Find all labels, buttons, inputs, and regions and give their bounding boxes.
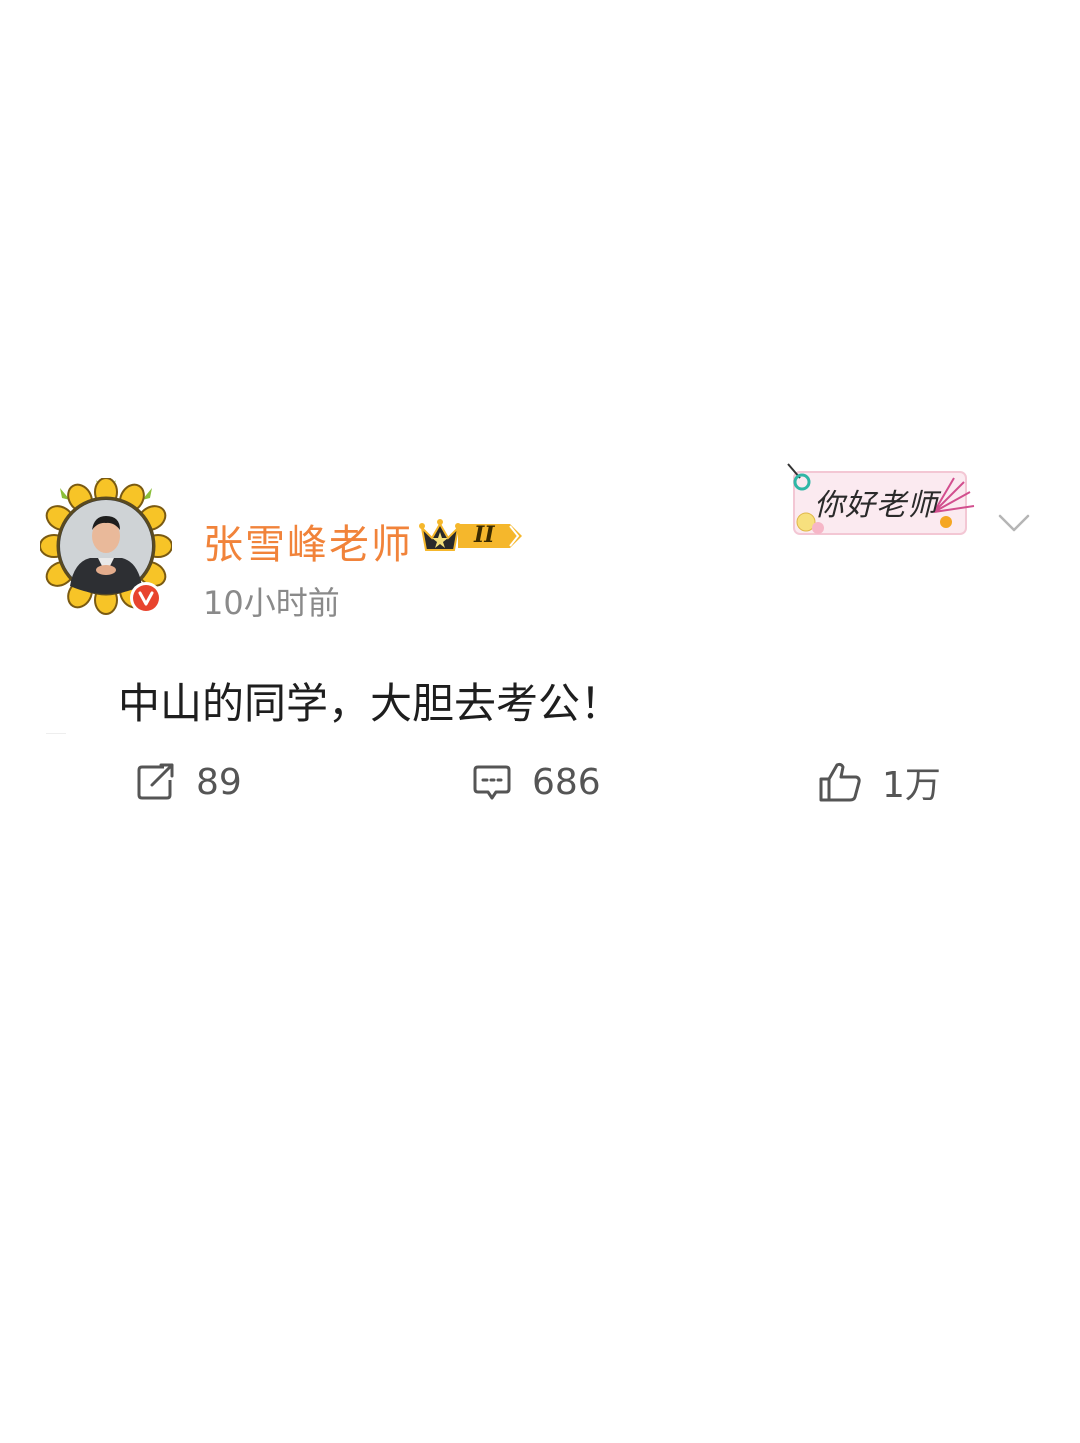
member-badge-level: II xyxy=(474,522,495,548)
post-timestamp: 10小时前 xyxy=(203,584,340,622)
repost-icon xyxy=(137,763,174,800)
chevron-down-icon xyxy=(998,514,1030,532)
crown-icon xyxy=(419,519,522,551)
comment-button[interactable]: 686 xyxy=(472,758,601,806)
post-content: 中山的同学，大胆去考公！ xyxy=(118,679,623,728)
repost-button[interactable]: 89 xyxy=(136,758,242,806)
weibo-post-card: 张雪峰老师 II 10小时前 你好老师 中山的同学，大胆去考公！ 89 686 … xyxy=(0,0,1080,1443)
divider xyxy=(46,733,66,734)
author-name[interactable]: 张雪峰老师 xyxy=(203,512,413,570)
avatar[interactable] xyxy=(40,478,172,616)
comment-count: 686 xyxy=(532,761,601,803)
sticker-text: 你好老师 xyxy=(814,488,938,523)
comment-icon xyxy=(473,765,511,800)
like-button[interactable]: 1万 xyxy=(818,758,941,806)
repost-count: 89 xyxy=(196,761,242,803)
more-options-button[interactable] xyxy=(994,508,1034,538)
like-icon xyxy=(819,762,861,802)
like-count: 1万 xyxy=(882,765,941,806)
hello-teacher-sticker: 你好老师 xyxy=(784,462,984,544)
verified-v-icon xyxy=(138,591,154,606)
member-badge[interactable]: II xyxy=(418,516,524,556)
